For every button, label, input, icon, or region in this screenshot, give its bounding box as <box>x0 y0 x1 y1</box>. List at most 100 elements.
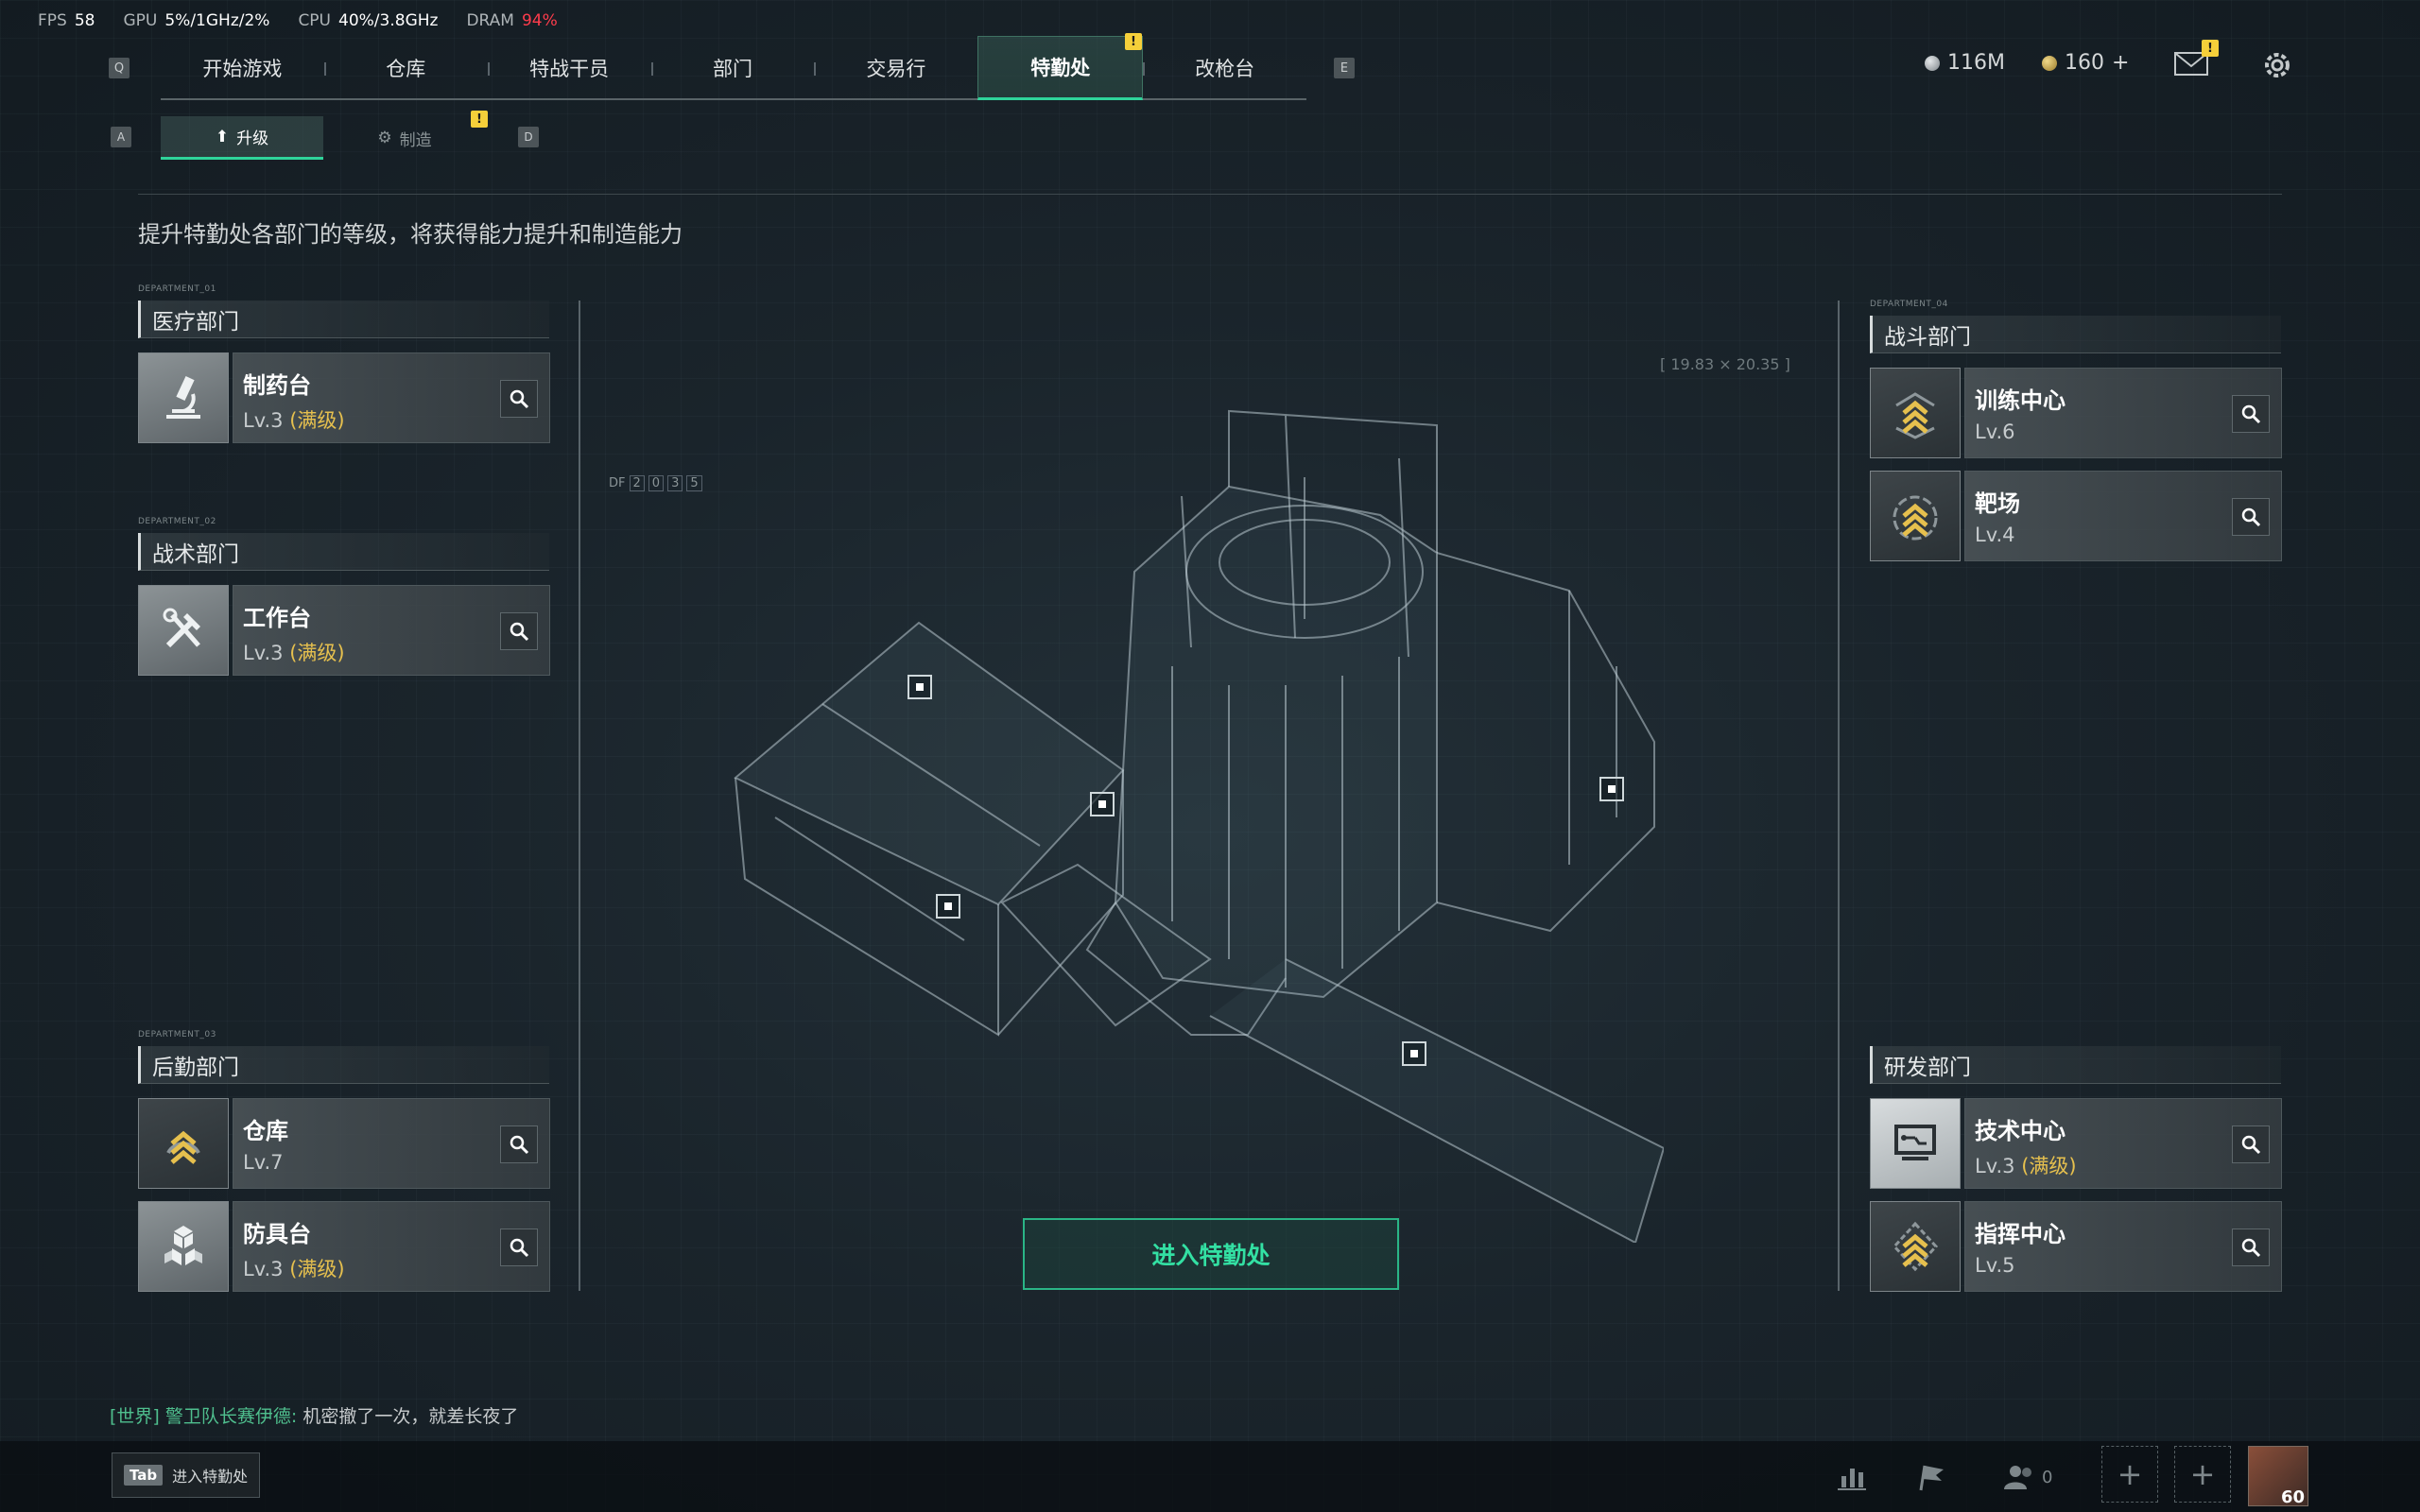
dram-value: 94% <box>521 11 558 30</box>
map-marker[interactable] <box>936 894 960 919</box>
inspect-button[interactable] <box>2232 1228 2270 1266</box>
tab-hint-button[interactable]: Tab 进入特勤处 <box>112 1452 261 1498</box>
facility-card-body: 防具台 Lv.3 (满级) <box>233 1201 550 1292</box>
performance-overlay: FPS 58 GPU 5%/1GHz/2% CPU 40%/3.8GHz DRAM 94… <box>38 11 586 30</box>
tab-special-ops[interactable]: 特勤处 <box>977 36 1144 100</box>
map-marker[interactable] <box>1599 777 1624 801</box>
level-text: Lv.4 <box>1975 524 2015 546</box>
special-ops-alert-badge: ! <box>1125 33 1142 50</box>
tab-gunsmith[interactable]: 改枪台 <box>1143 38 1306 98</box>
inspect-button[interactable] <box>2232 498 2270 536</box>
facility-card-body: 制药台 Lv.3 (满级) <box>233 352 550 443</box>
dept-tag-combat: DEPARTMENT_04 <box>1870 300 1948 309</box>
gpu-value: 5%/1GHz/2% <box>164 11 270 30</box>
enter-special-ops-button[interactable]: 进入特勤处 <box>1023 1218 1399 1290</box>
df-digit: 2 <box>629 475 645 491</box>
facility-card-shooting-range[interactable]: 靶场 Lv.4 <box>1870 471 2282 561</box>
tab-operators[interactable]: 特战干员 <box>487 38 651 98</box>
facility-card-pharmacy[interactable]: 制药台 Lv.3 (满级) <box>138 352 550 443</box>
chevron-rank-icon <box>1870 1201 1961 1292</box>
nav-next-key[interactable]: E <box>1334 58 1355 78</box>
divider <box>138 194 2282 195</box>
upgrade-icon: ⬆ <box>215 127 230 146</box>
chat-line: [世界] 警卫队长赛伊德: 机密撤了一次，就差长夜了 <box>110 1402 518 1428</box>
facility-card-training-center[interactable]: 训练中心 Lv.6 <box>1870 368 2282 458</box>
facility-card-storage[interactable]: 仓库 Lv.7 <box>138 1098 550 1189</box>
level-text: Lv.3 <box>243 409 284 432</box>
facility-card-armor-bench[interactable]: 防具台 Lv.3 (满级) <box>138 1201 550 1292</box>
invite-slot-button[interactable]: + <box>2174 1446 2231 1503</box>
dept-tag-logistics: DEPARTMENT_03 <box>138 1030 216 1040</box>
dept-header-combat: 战斗部门 <box>1870 316 2281 353</box>
left-bracket <box>579 301 580 1291</box>
search-icon <box>510 389 529 409</box>
inspect-button[interactable] <box>2232 395 2270 433</box>
coin-icon <box>1925 55 1940 71</box>
subtab-upgrade-label: 升级 <box>236 129 269 148</box>
tab-key: Tab <box>124 1465 164 1486</box>
tab-hint-label: 进入特勤处 <box>172 1468 249 1486</box>
coords-readout: [ 19.83 × 20.35 ] <box>1660 355 1790 373</box>
microscope-icon <box>138 352 229 443</box>
level-text: Lv.3 <box>1975 1155 2015 1177</box>
map-marker[interactable] <box>1402 1041 1426 1066</box>
search-icon <box>2241 507 2261 527</box>
token-balance[interactable]: 160 + <box>2042 51 2129 75</box>
page-description: 提升特勤处各部门的等级，将获得能力提升和制造能力 <box>138 221 683 248</box>
facility-card-body: 工作台 Lv.3 (满级) <box>233 585 550 676</box>
facility-card-body: 训练中心 Lv.6 <box>1964 368 2282 458</box>
invite-slot-button[interactable]: + <box>2101 1446 2158 1503</box>
inspect-button[interactable] <box>2232 1125 2270 1163</box>
subtab-prev-key[interactable]: A <box>111 127 131 147</box>
tab-trading[interactable]: 交易行 <box>814 38 977 98</box>
level-text: Lv.3 <box>243 642 284 664</box>
stats-chart-icon[interactable] <box>1834 1458 1868 1496</box>
dram-label: DRAM <box>466 11 514 30</box>
dept-header-medical: 医疗部门 <box>138 301 549 338</box>
inspect-button[interactable] <box>500 612 538 650</box>
facility-card-body: 靶场 Lv.4 <box>1964 471 2282 561</box>
fps-label: FPS <box>38 11 67 30</box>
inspect-button[interactable] <box>500 1125 538 1163</box>
subtab-upgrade[interactable]: ⬆ 升级 <box>161 116 323 160</box>
tab-start-game[interactable]: 开始游戏 <box>161 38 324 98</box>
max-level-badge: (满级) <box>289 409 345 432</box>
max-level-badge: (满级) <box>289 1258 345 1280</box>
inspect-button[interactable] <box>500 1228 538 1266</box>
facility-card-tech-center[interactable]: 技术中心 Lv.3 (满级) <box>1870 1098 2282 1189</box>
chat-sender[interactable]: 警卫队长赛伊德: <box>165 1406 297 1427</box>
map-marker[interactable] <box>1090 792 1115 816</box>
dept-tag-medical: DEPARTMENT_01 <box>138 284 216 294</box>
subtab-craft[interactable]: ⚙ 制造 <box>323 116 486 160</box>
bottom-bar <box>0 1441 2420 1512</box>
gear-icon: ⚙ <box>377 129 392 147</box>
facility-card-body: 技术中心 Lv.3 (满级) <box>1964 1098 2282 1189</box>
subtab-next-key[interactable]: D <box>518 127 539 147</box>
team-members[interactable]: 0 <box>2002 1458 2052 1496</box>
search-icon <box>510 1238 529 1258</box>
flag-icon[interactable] <box>1915 1458 1947 1496</box>
token-add-button[interactable]: + <box>2112 51 2129 75</box>
facility-card-command-center[interactable]: 指挥中心 Lv.5 <box>1870 1201 2282 1292</box>
tab-departments[interactable]: 部门 <box>650 38 815 98</box>
max-level-badge: (满级) <box>2021 1155 2077 1177</box>
facility-card-body: 指挥中心 Lv.5 <box>1964 1201 2282 1292</box>
tools-icon <box>138 585 229 676</box>
tab-warehouse[interactable]: 仓库 <box>323 38 488 98</box>
cubes-icon <box>138 1201 229 1292</box>
df-readout: DF 2 0 3 5 <box>609 475 702 491</box>
player-avatar[interactable]: 60 <box>2248 1446 2308 1507</box>
facility-wireframe-model <box>734 409 1664 1243</box>
df-digit: 0 <box>648 475 665 491</box>
settings-gear-icon[interactable] <box>2261 49 2293 85</box>
map-marker[interactable] <box>908 675 932 699</box>
subtabs: ⬆ 升级 ⚙ 制造 <box>161 116 486 160</box>
df-digit: 5 <box>686 475 702 491</box>
search-icon <box>2241 404 2261 424</box>
nav-prev-key[interactable]: Q <box>109 58 130 78</box>
facility-card-workbench[interactable]: 工作台 Lv.3 (满级) <box>138 585 550 676</box>
mail-alert-badge: ! <box>2202 40 2219 57</box>
target-rank-icon <box>1870 471 1961 561</box>
inspect-button[interactable] <box>500 380 538 418</box>
coin-balance[interactable]: 116M <box>1925 51 2005 75</box>
